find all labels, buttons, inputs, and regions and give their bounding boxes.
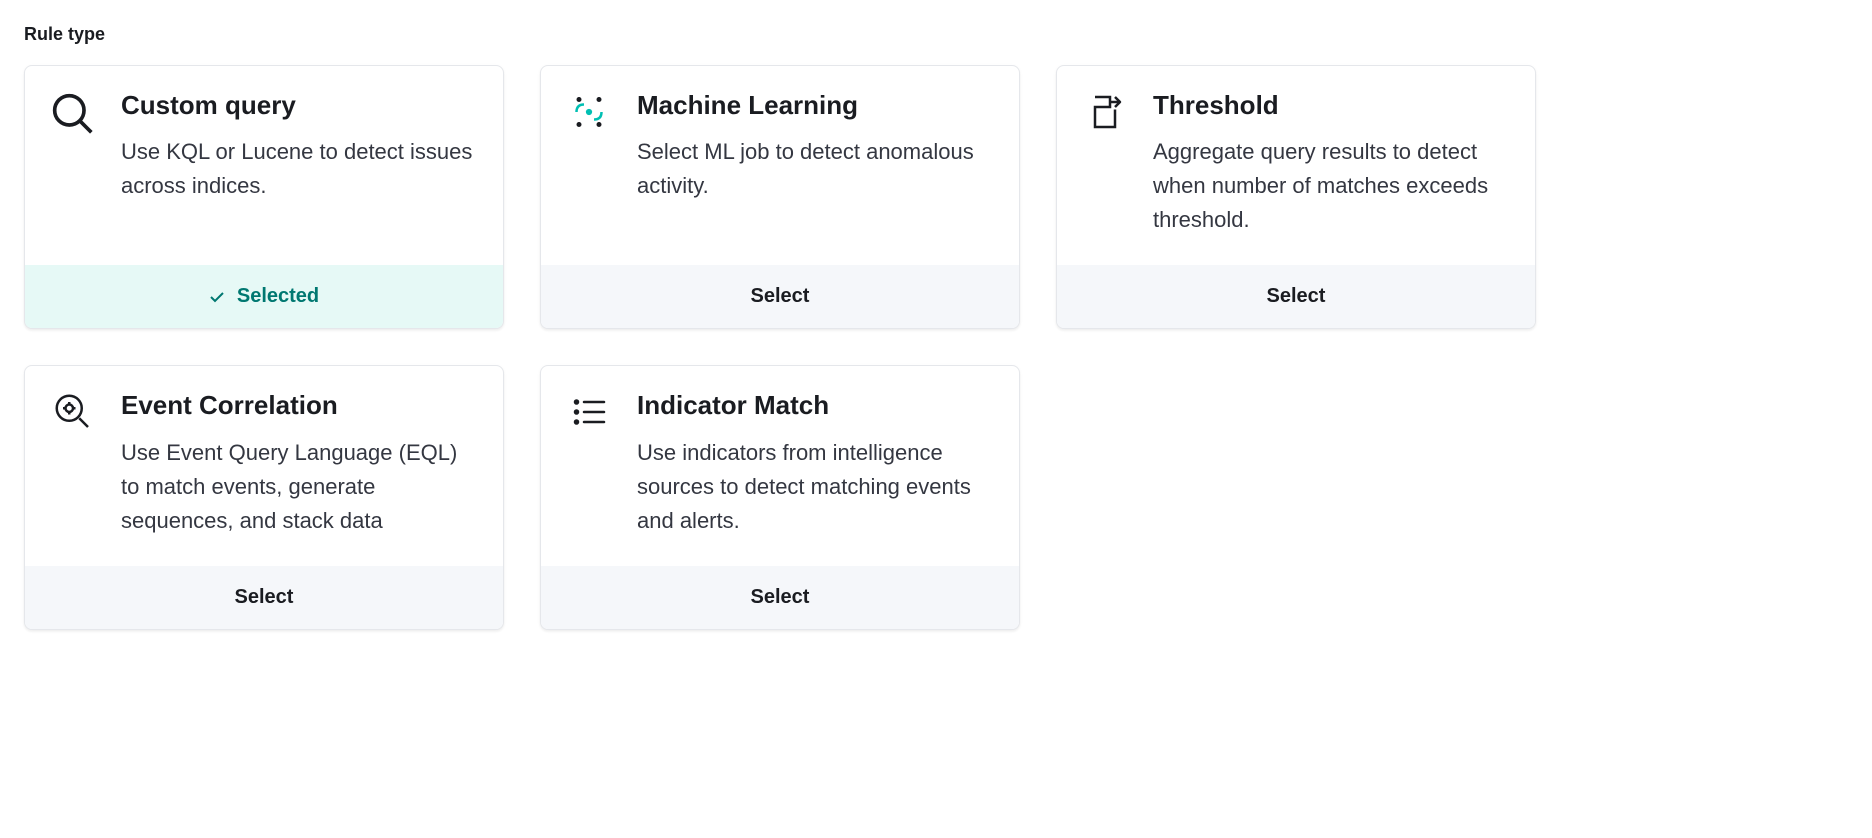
- card-description: Use Event Query Language (EQL) to match …: [121, 436, 479, 538]
- document-arrow-icon: [1081, 90, 1129, 138]
- card-body: Indicator Match Use indicators from inte…: [541, 366, 1019, 565]
- machine-learning-icon: [565, 90, 613, 138]
- card-event-correlation[interactable]: Event Correlation Use Event Query Langua…: [24, 365, 504, 629]
- card-description: Use KQL or Lucene to detect issues acros…: [121, 135, 479, 203]
- card-indicator-match[interactable]: Indicator Match Use indicators from inte…: [540, 365, 1020, 629]
- search-icon: [49, 90, 97, 138]
- check-icon: [209, 289, 225, 305]
- card-text: Event Correlation Use Event Query Langua…: [121, 390, 479, 537]
- card-description: Select ML job to detect anomalous activi…: [637, 135, 995, 203]
- card-body: Threshold Aggregate query results to det…: [1057, 66, 1535, 265]
- button-label: Selected: [237, 285, 319, 308]
- card-description: Use indicators from intelligence sources…: [637, 436, 995, 538]
- select-button[interactable]: Select: [25, 566, 503, 629]
- card-text: Custom query Use KQL or Lucene to detect…: [121, 90, 479, 237]
- card-custom-query[interactable]: Custom query Use KQL or Lucene to detect…: [24, 65, 504, 329]
- card-title: Custom query: [121, 90, 479, 121]
- card-text: Threshold Aggregate query results to det…: [1153, 90, 1511, 237]
- card-text: Indicator Match Use indicators from inte…: [637, 390, 995, 537]
- card-body: Machine Learning Select ML job to detect…: [541, 66, 1019, 265]
- card-description: Aggregate query results to detect when n…: [1153, 135, 1511, 237]
- select-button[interactable]: Select: [1057, 265, 1535, 328]
- card-title: Machine Learning: [637, 90, 995, 121]
- selected-button[interactable]: Selected: [25, 265, 503, 328]
- search-gear-icon: [49, 390, 97, 438]
- card-title: Indicator Match: [637, 390, 995, 421]
- button-label: Select: [751, 586, 810, 608]
- card-machine-learning[interactable]: Machine Learning Select ML job to detect…: [540, 65, 1020, 329]
- list-icon: [565, 390, 613, 438]
- card-body: Custom query Use KQL or Lucene to detect…: [25, 66, 503, 265]
- card-title: Event Correlation: [121, 390, 479, 421]
- button-label: Select: [1267, 285, 1326, 307]
- button-label: Select: [751, 285, 810, 307]
- card-body: Event Correlation Use Event Query Langua…: [25, 366, 503, 565]
- rule-type-grid: Custom query Use KQL or Lucene to detect…: [24, 65, 1848, 630]
- card-threshold[interactable]: Threshold Aggregate query results to det…: [1056, 65, 1536, 329]
- section-label: Rule type: [24, 24, 1848, 45]
- card-title: Threshold: [1153, 90, 1511, 121]
- card-text: Machine Learning Select ML job to detect…: [637, 90, 995, 237]
- select-button[interactable]: Select: [541, 566, 1019, 629]
- select-button[interactable]: Select: [541, 265, 1019, 328]
- button-label: Select: [235, 586, 294, 608]
